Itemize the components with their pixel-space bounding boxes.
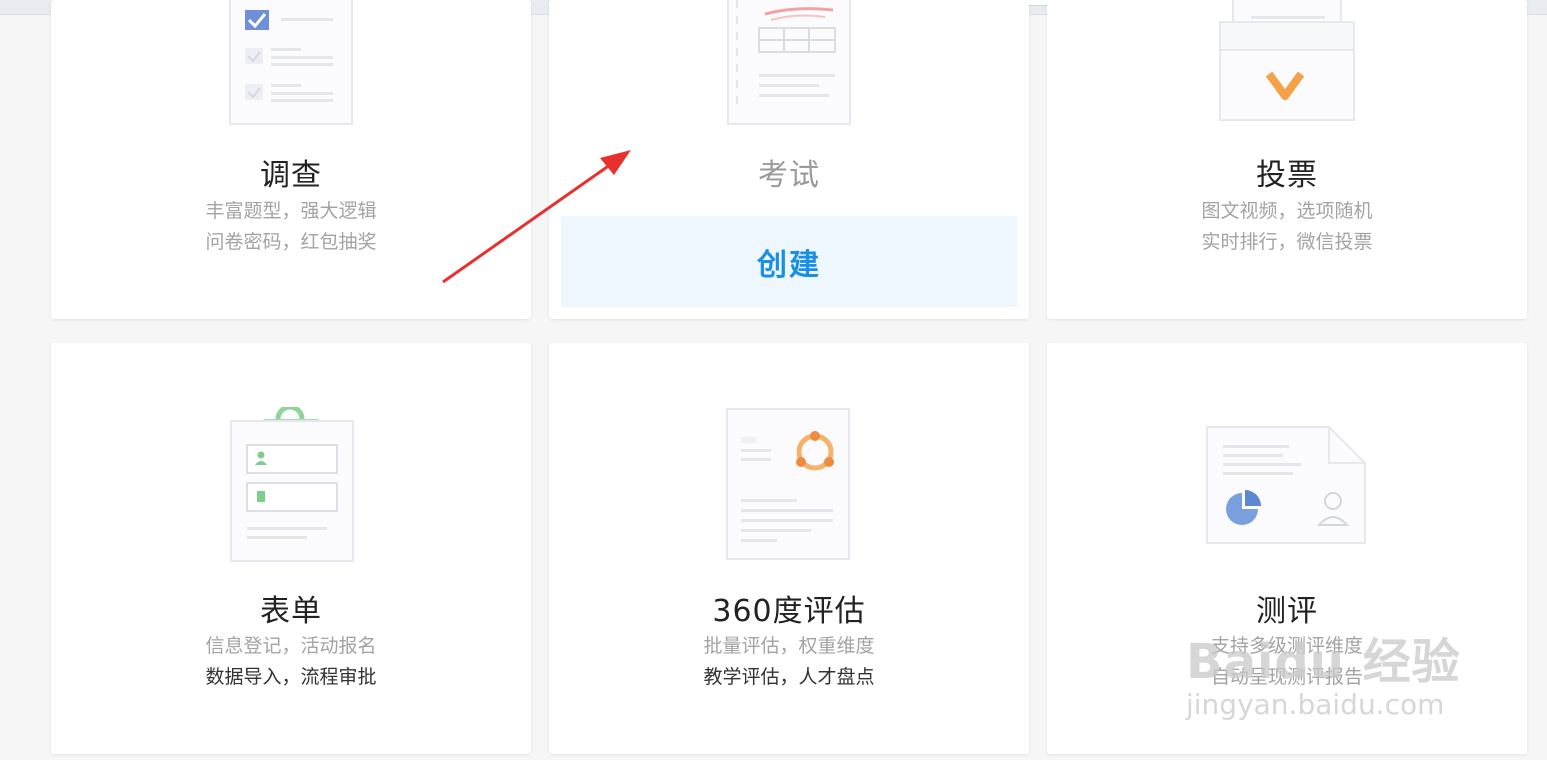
card-description: 支持多级测评维度 自动呈现测评报告 xyxy=(1047,631,1527,693)
card-title: 投票 xyxy=(1256,158,1318,193)
card-desc-line1: 图文视频，选项随机 xyxy=(1201,200,1373,222)
card-exam[interactable]: 考试 创建 xyxy=(549,0,1029,319)
card-desc-line1: 支持多级测评维度 xyxy=(1210,635,1363,657)
exam-paper-icon xyxy=(727,0,851,125)
evaluation-360-icon xyxy=(726,408,850,560)
card-desc-line2: 自动呈现测评报告 xyxy=(1210,666,1363,688)
card-360-evaluation[interactable]: 360度评估 批量评估，权重维度 教学评估，人才盘点 xyxy=(549,343,1029,754)
survey-checklist-icon xyxy=(229,0,353,125)
card-description: 图文视频，选项随机 实时排行，微信投票 xyxy=(1047,196,1527,258)
card-survey[interactable]: 调查 丰富题型，强大逻辑 问卷密码，红包抽奖 xyxy=(51,0,531,319)
card-description: 丰富题型，强大逻辑 问卷密码，红包抽奖 xyxy=(51,196,531,258)
card-description: 批量评估，权重维度 教学评估，人才盘点 xyxy=(549,631,1029,693)
card-assessment[interactable]: 测评 支持多级测评维度 自动呈现测评报告 xyxy=(1047,343,1527,754)
card-title: 调查 xyxy=(260,158,322,193)
card-desc-line2: 问卷密码，红包抽奖 xyxy=(205,231,377,253)
card-vote[interactable]: 投票 图文视频，选项随机 实时排行，微信投票 xyxy=(1047,0,1527,319)
card-desc-line1: 批量评估，权重维度 xyxy=(703,635,875,657)
card-form[interactable]: 表单 信息登记，活动报名 数据导入，流程审批 xyxy=(51,343,531,754)
assessment-report-icon xyxy=(1206,426,1366,544)
form-clipboard-icon xyxy=(230,407,354,562)
card-title: 考试 xyxy=(758,158,820,193)
card-title: 表单 xyxy=(260,594,322,629)
card-desc-line1: 丰富题型，强大逻辑 xyxy=(205,200,377,222)
card-desc-line2: 实时排行，微信投票 xyxy=(1201,231,1373,253)
card-desc-line1: 信息登记，活动报名 xyxy=(205,635,377,657)
card-desc-line2: 数据导入，流程审批 xyxy=(205,666,377,688)
card-title: 测评 xyxy=(1256,594,1318,629)
card-title: 360度评估 xyxy=(712,594,866,629)
card-desc-line2: 教学评估，人才盘点 xyxy=(703,666,875,688)
card-description: 信息登记，活动报名 数据导入，流程审批 xyxy=(51,631,531,693)
create-button[interactable]: 创建 xyxy=(561,216,1017,307)
vote-box-icon xyxy=(1219,0,1355,121)
